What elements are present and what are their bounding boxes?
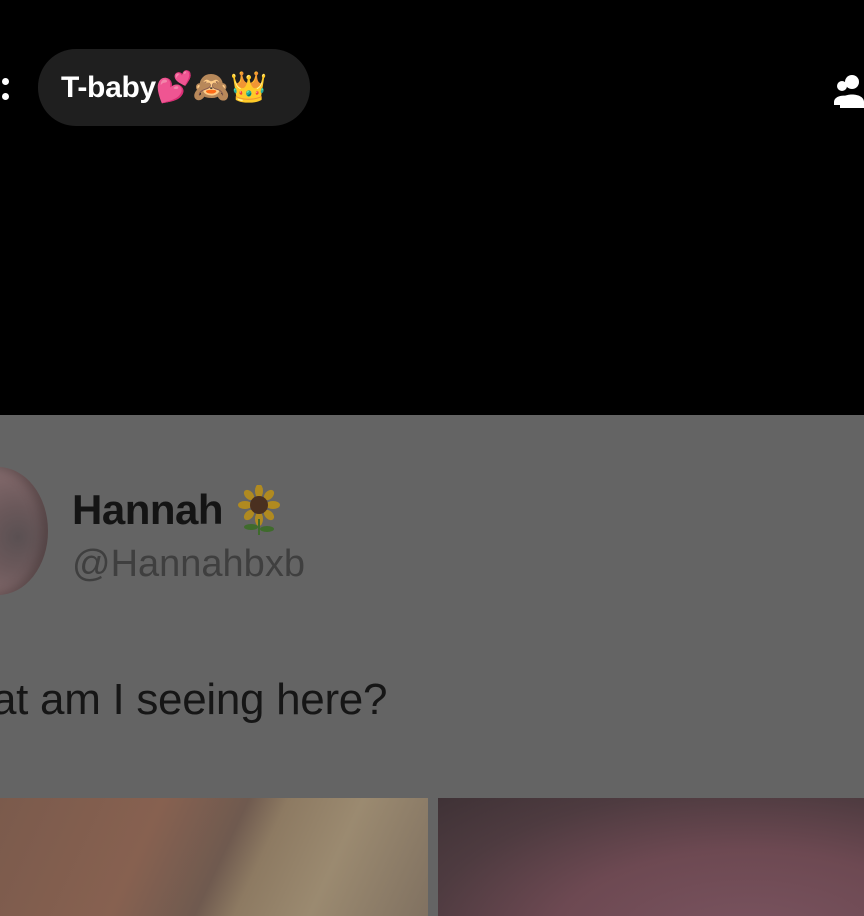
post-photo-left[interactable] <box>0 798 428 916</box>
post-text: at am I seeing here? <box>0 675 388 724</box>
group-people-icon[interactable] <box>834 68 864 112</box>
chat-title-pill[interactable]: T-baby💕🙈👑 <box>38 49 310 126</box>
author-handle: @Hannahbxb <box>72 543 305 585</box>
chat-title: T-baby💕🙈👑 <box>61 71 268 104</box>
author-row: Hannah <box>72 485 281 535</box>
sunflower-icon <box>238 485 281 535</box>
more-vertical-icon[interactable] <box>0 72 14 106</box>
photo-divider <box>428 798 438 916</box>
avatar <box>0 467 48 595</box>
author-name: Hannah <box>72 486 224 533</box>
shared-post-screenshot[interactable]: Hannah @Hannahbxb at am I seeing here? <box>0 415 864 916</box>
post-photo-right[interactable] <box>438 798 864 916</box>
chat-header: T-baby💕🙈👑 <box>0 0 864 170</box>
